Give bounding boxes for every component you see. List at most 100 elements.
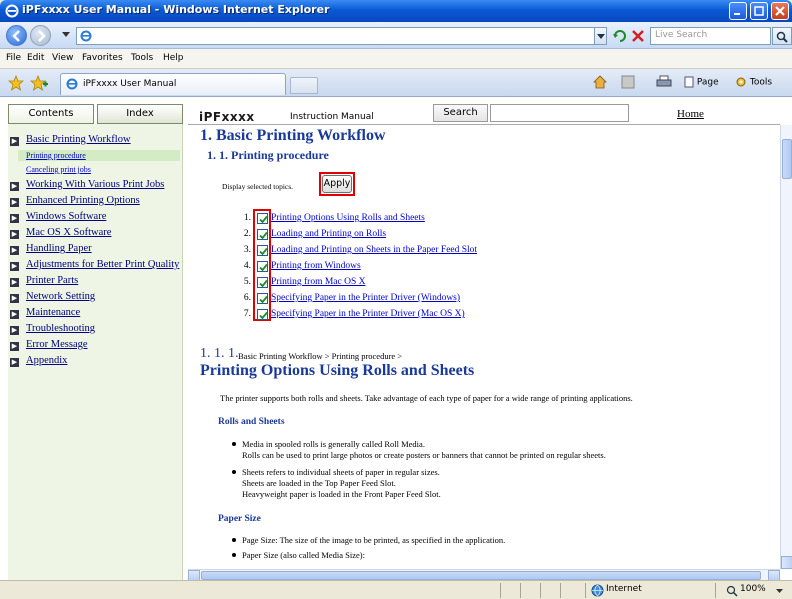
expand-icon[interactable]: ▶ [10,182,19,191]
live-search-input[interactable]: Live Search [650,27,771,45]
nav-network-setting[interactable]: Network Setting [26,291,95,302]
status-bar: Internet 100% [0,580,792,599]
expand-icon[interactable]: ▶ [10,230,19,239]
expand-icon[interactable]: ▶ [10,246,19,255]
horizontal-scroll-thumb[interactable] [201,571,761,580]
menu-file[interactable]: File [6,53,21,63]
vertical-scrollbar[interactable] [780,125,792,569]
home-link[interactable]: Home [677,108,704,120]
nav-basic-printing-workflow[interactable]: Basic Printing Workflow [26,134,131,145]
topic-checkbox[interactable] [257,229,268,240]
back-button[interactable] [6,25,27,46]
topic-item: 5. Printing from Mac OS X [235,277,365,288]
menu-help[interactable]: Help [163,53,184,63]
topic-checkbox[interactable] [257,293,268,304]
contents-pane: ▶ Basic Printing Workflow Printing proce… [8,124,183,580]
nav-printer-parts[interactable]: Printer Parts [26,275,78,286]
checkmark-icon [259,263,268,272]
page-menu[interactable]: Page [684,76,719,88]
tools-menu-label: Tools [749,77,773,88]
close-button[interactable] [771,2,789,20]
nav-windows-software[interactable]: Windows Software [26,211,106,222]
feeds-icon[interactable] [621,75,635,89]
favorites-star-icon[interactable] [8,75,24,91]
add-favorite-icon[interactable] [30,75,48,91]
tools-menu[interactable]: Tools [735,76,772,88]
minimize-button[interactable] [729,2,747,20]
topic-checkbox[interactable] [257,277,268,288]
nav-maintenance[interactable]: Maintenance [26,307,80,318]
expand-icon[interactable]: ▶ [10,294,19,303]
manual-search-input[interactable] [490,104,629,122]
nav-appendix[interactable]: Appendix [26,355,67,366]
left-tabs: Contents Index [8,104,183,124]
section-number: 1. 1. 1. [200,346,239,361]
topic-link[interactable]: Loading and Printing on Rolls [271,229,386,239]
scroll-down-button[interactable] [781,556,792,569]
nav-mac-software[interactable]: Mac OS X Software [26,227,111,238]
expand-icon[interactable]: ▶ [10,262,19,271]
checkmark-icon [259,215,268,224]
recent-pages-dropdown-icon[interactable] [62,32,70,38]
address-field[interactable] [76,27,607,45]
topic-link[interactable]: Specifying Paper in the Printer Driver (… [271,293,460,303]
expand-icon[interactable]: ▶ [10,326,19,335]
topic-link[interactable]: Loading and Printing on Sheets in the Pa… [271,245,477,255]
maximize-button[interactable] [750,2,768,20]
expand-icon[interactable]: ▶ [10,198,19,207]
expand-icon[interactable]: ▶ [10,310,19,319]
address-dropdown-button[interactable] [594,27,607,45]
tab-contents[interactable]: Contents [8,104,94,124]
topic-item: 7. Specifying Paper in the Printer Drive… [235,309,465,320]
expand-icon[interactable]: ▶ [10,137,19,146]
nav-handling-paper[interactable]: Handling Paper [26,243,92,254]
browser-tab[interactable]: iPFxxxx User Manual [60,73,286,95]
chevron-down-icon[interactable] [776,589,783,593]
list-item-text: Paper Size (also called Media Size): [242,550,365,560]
apply-button[interactable]: Apply [322,175,352,193]
nav-printing-procedure[interactable]: Printing procedure [26,151,86,160]
refresh-icon[interactable] [612,27,628,45]
new-tab-button[interactable] [290,77,318,94]
menu-favorites[interactable]: Favorites [82,53,123,63]
topic-link[interactable]: Printing from Mac OS X [271,277,365,287]
stop-icon[interactable] [630,27,646,45]
topic-checkbox[interactable] [257,309,268,320]
manual-search-button[interactable]: Search [433,104,488,122]
nav-canceling-print-jobs[interactable]: Canceling print jobs [26,165,91,174]
expand-icon[interactable]: ▶ [10,214,19,223]
forward-button[interactable] [30,25,51,46]
search-button[interactable] [772,27,792,45]
expand-icon[interactable]: ▶ [10,278,19,287]
topic-number: 2. [243,229,251,239]
content-area: Contents Index ▶ Basic Printing Workflow… [0,97,792,581]
menu-edit[interactable]: Edit [27,53,44,63]
topic-link[interactable]: Specifying Paper in the Printer Driver (… [271,309,465,319]
topic-checkbox[interactable] [257,245,268,256]
nav-enhanced-printing[interactable]: Enhanced Printing Options [26,195,140,206]
list-item-cont: Heavyweight paper is loaded in the Front… [242,489,441,499]
globe-icon [591,584,604,597]
nav-error-message[interactable]: Error Message [26,339,88,350]
menu-view[interactable]: View [52,53,73,63]
menu-tools[interactable]: Tools [131,53,153,63]
topic-link[interactable]: Printing from Windows [271,261,361,271]
bullet-icon [232,442,236,446]
nav-adjustments[interactable]: Adjustments for Better Print Quality [26,259,179,270]
zoom-icon[interactable] [726,585,738,597]
vertical-scroll-thumb[interactable] [782,139,792,179]
topic-link[interactable]: Printing Options Using Rolls and Sheets [271,213,425,223]
tab-index[interactable]: Index [97,104,183,124]
topic-checkbox[interactable] [257,261,268,272]
expand-icon[interactable]: ▶ [10,358,19,367]
zoom-level[interactable]: 100% [740,584,766,594]
nav-troubleshooting[interactable]: Troubleshooting [26,323,95,334]
home-icon[interactable] [592,74,608,90]
print-icon[interactable] [656,75,672,89]
nav-various-print-jobs[interactable]: Working With Various Print Jobs [26,179,164,190]
expand-icon[interactable]: ▶ [10,342,19,351]
horizontal-scrollbar[interactable] [188,569,780,581]
gear-icon [736,77,746,87]
topic-checkbox[interactable] [257,213,268,224]
topic-item: 2. Loading and Printing on Rolls [235,229,386,240]
